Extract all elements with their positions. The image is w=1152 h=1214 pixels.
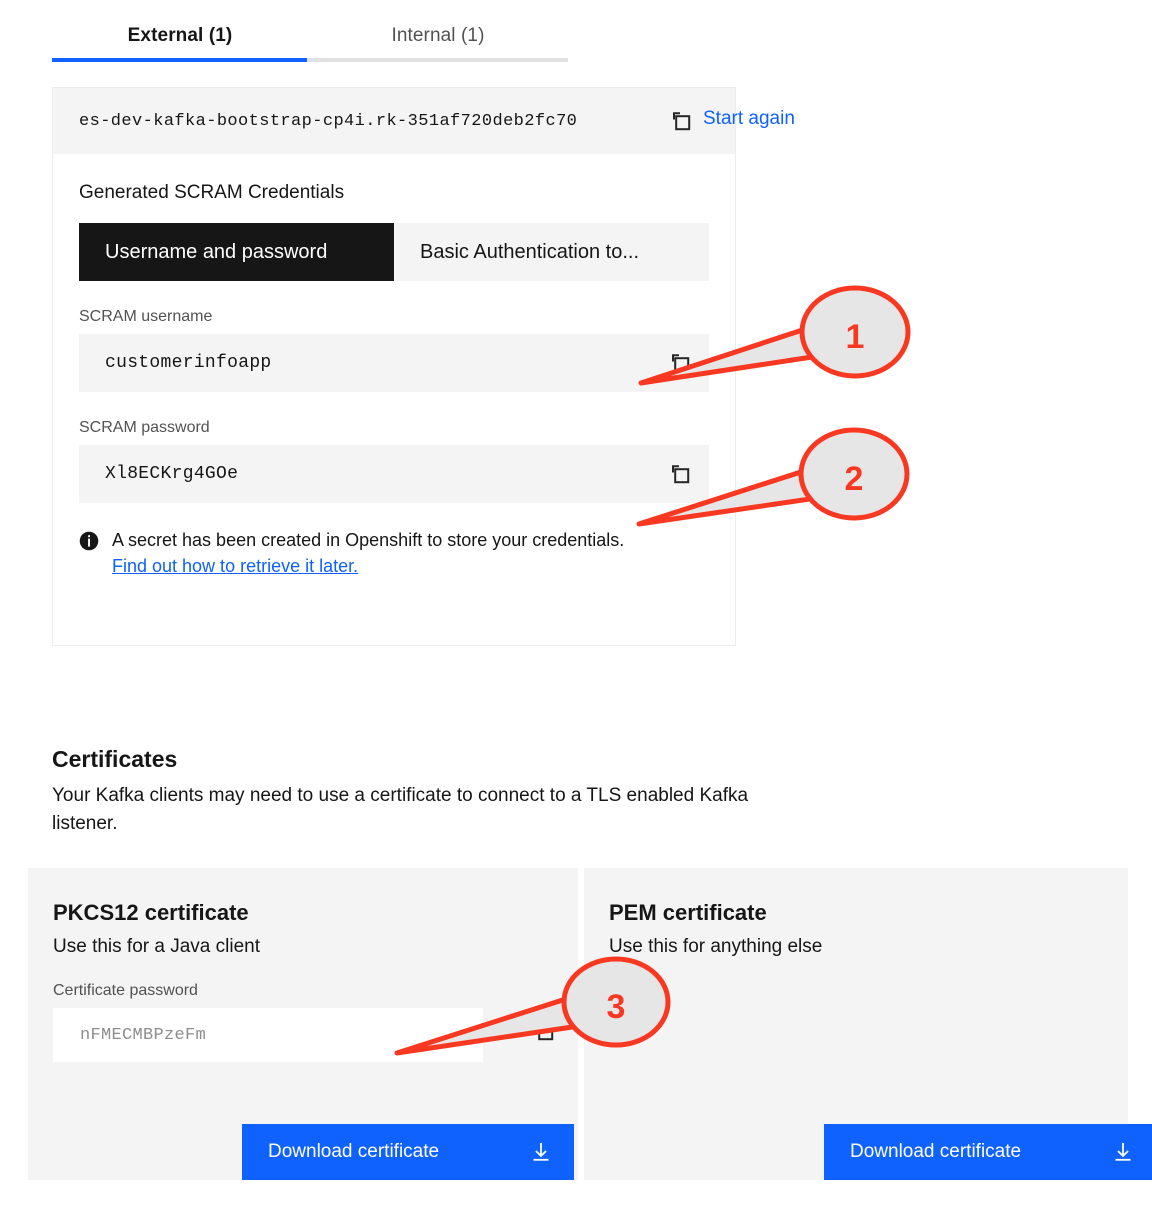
certificate-password-value: nFMECMBPzeFm	[80, 1025, 207, 1045]
scram-password-value: Xl8ECKrg4GOe	[105, 464, 239, 484]
annotation-number-2: 2	[845, 460, 864, 498]
bootstrap-copy-button[interactable]	[659, 99, 703, 143]
switcher-username-password[interactable]: Username and password	[79, 223, 394, 281]
pkcs12-download-button[interactable]: Download certificate	[242, 1124, 574, 1180]
download-icon	[530, 1141, 552, 1166]
secret-created-notification: A secret has been created in Openshift t…	[79, 529, 735, 577]
pem-subtitle: Use this for anything else	[609, 936, 823, 957]
pem-download-button[interactable]: Download certificate	[824, 1124, 1152, 1180]
tabs-underline	[52, 58, 568, 62]
listener-tabs: External (1) Internal (1)	[52, 14, 568, 62]
certificate-cards: PKCS12 certificate Use this for a Java c…	[28, 868, 1152, 1180]
pkcs12-certificate-card: PKCS12 certificate Use this for a Java c…	[28, 868, 578, 1180]
password-copy-button[interactable]	[651, 445, 709, 503]
scram-username-label: SCRAM username	[79, 308, 213, 325]
information-filled-icon	[79, 531, 99, 551]
certificates-header: Certificates Your Kafka clients may need…	[52, 746, 752, 837]
bootstrap-server-value: es-dev-kafka-bootstrap-cp4i.rk-351af720d…	[79, 111, 578, 131]
certificate-password-field: nFMECMBPzeFm	[53, 1008, 483, 1062]
pem-title: PEM certificate	[609, 900, 767, 925]
pkcs12-subtitle: Use this for a Java client	[53, 936, 260, 957]
copy-icon	[673, 112, 691, 131]
certificate-password-label: Certificate password	[53, 982, 198, 999]
credentials-panel: es-dev-kafka-bootstrap-cp4i.rk-351af720d…	[52, 87, 736, 646]
copy-icon	[672, 354, 690, 373]
annotation-number-1: 1	[846, 318, 865, 356]
tab-internal[interactable]: Internal (1)	[308, 14, 568, 58]
copy-icon	[536, 1022, 554, 1041]
retrieve-secret-link[interactable]: Find out how to retrieve it later.	[112, 556, 358, 577]
download-icon	[1112, 1141, 1134, 1166]
scram-username-value: customerinfoapp	[105, 353, 272, 373]
scram-password-field: Xl8ECKrg4GOe	[79, 445, 709, 503]
pkcs12-download-label: Download certificate	[268, 1141, 440, 1162]
tab-external[interactable]: External (1)	[52, 14, 308, 58]
start-again-link[interactable]: Start again	[703, 108, 795, 130]
pem-download-label: Download certificate	[850, 1141, 1022, 1162]
scram-password-label: SCRAM password	[79, 419, 210, 436]
username-copy-button[interactable]	[651, 334, 709, 392]
switcher-basic-auth[interactable]: Basic Authentication to...	[394, 223, 709, 281]
copy-icon	[672, 465, 690, 484]
credentials-body: Generated SCRAM Credentials Username and…	[53, 154, 735, 577]
pkcs12-title: PKCS12 certificate	[53, 900, 249, 925]
pem-certificate-card: PEM certificate Use this for anything el…	[584, 868, 1152, 1180]
certificates-title: Certificates	[52, 746, 178, 772]
tabs-active-indicator	[52, 58, 307, 62]
connection-details-page: External (1) Internal (1) es-dev-kafka-b…	[0, 0, 1152, 1214]
generated-credentials-title: Generated SCRAM Credentials	[79, 182, 345, 203]
certificates-description: Your Kafka clients may need to use a cer…	[52, 785, 749, 834]
bootstrap-server-row: es-dev-kafka-bootstrap-cp4i.rk-351af720d…	[53, 88, 735, 154]
certificate-password-copy-button[interactable]	[517, 1004, 571, 1058]
scram-username-field: customerinfoapp	[79, 334, 709, 392]
credential-type-switcher: Username and password Basic Authenticati…	[79, 223, 709, 281]
notification-text: A secret has been created in Openshift t…	[112, 530, 625, 550]
